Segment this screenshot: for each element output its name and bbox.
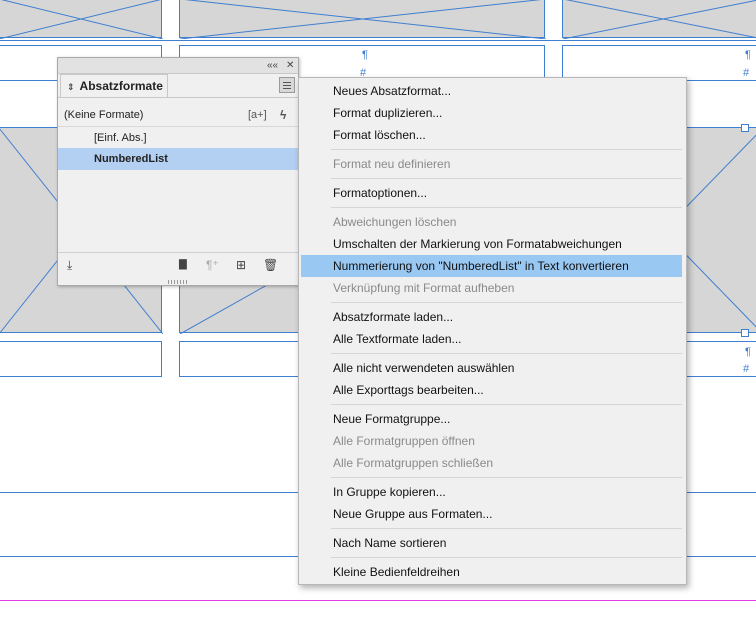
menu-item-duplicate-style[interactable]: Format duplizieren...	[301, 102, 682, 124]
menu-separator	[331, 528, 682, 529]
new-override-icon[interactable]: [a+]	[248, 104, 267, 126]
menu-item-new-style-group[interactable]: Neue Formatgruppe...	[301, 408, 682, 430]
pilcrow-mark: ¶	[745, 49, 751, 61]
menu-separator	[331, 404, 682, 405]
panel-footer: ⤓ ▇ ¶⁺ ⊞ 🗑	[58, 252, 298, 277]
hash-mark: #	[743, 67, 750, 79]
clear-pilcrow-icon[interactable]: ¶⁺	[206, 258, 219, 272]
pilcrow-mark: ¶	[745, 346, 751, 358]
clear-overrides-icon[interactable]: ϟ	[280, 104, 286, 126]
style-name: [Einf. Abs.]	[94, 132, 147, 144]
menu-item-delete-style[interactable]: Format löschen...	[301, 124, 682, 146]
menu-separator	[331, 477, 682, 478]
collapse-panel-icon[interactable]: ««	[267, 58, 278, 73]
new-style-icon[interactable]: ⊞	[236, 258, 246, 272]
trash-icon[interactable]: 🗑	[263, 258, 278, 272]
selection-handle[interactable]	[741, 124, 749, 132]
tab-expand-arrows-icon: ⇕	[67, 82, 75, 92]
menu-item-small-panel-rows[interactable]: Kleine Bedienfeldreihen	[301, 561, 682, 583]
menu-item-toggle-override-highlight[interactable]: Umschalten der Markierung von Formatabwe…	[301, 233, 682, 255]
menu-item-redefine-style: Format neu definieren	[333, 157, 451, 171]
text-frame[interactable]	[562, 45, 756, 81]
tab-absatzformate[interactable]: ⇕ Absatzformate	[60, 74, 168, 97]
menu-separator	[331, 302, 682, 303]
current-format-row: (Keine Formate) [a+] ϟ	[58, 104, 298, 126]
current-format-label: (Keine Formate)	[64, 109, 144, 121]
panel-menu-button[interactable]	[279, 77, 295, 93]
image-frame[interactable]	[179, 0, 546, 39]
style-name: NumberedList	[94, 153, 168, 165]
image-frame[interactable]	[562, 0, 756, 39]
menu-item-select-unused[interactable]: Alle nicht verwendeten auswählen	[301, 357, 682, 379]
menu-item-new-style[interactable]: Neues Absatzformat...	[301, 80, 682, 102]
menu-separator	[331, 149, 682, 150]
folder-icon[interactable]: ▇	[179, 258, 187, 272]
menu-item-style-options[interactable]: Formatoptionen...	[301, 182, 682, 204]
menu-item-break-link: Verknüpfung mit Format aufheben	[333, 281, 515, 295]
pilcrow-mark: ¶	[362, 49, 368, 61]
menu-item-new-group-from-styles[interactable]: Neue Gruppe aus Formaten...	[301, 503, 682, 525]
hash-mark: #	[743, 363, 750, 375]
tab-label: Absatzformate	[79, 79, 163, 93]
resize-grip[interactable]	[168, 280, 188, 284]
menu-separator	[331, 178, 682, 179]
selection-handle[interactable]	[741, 329, 749, 337]
menu-separator	[331, 557, 682, 558]
page-margin-guide	[0, 600, 756, 601]
load-styles-icon[interactable]: ⤓	[67, 258, 72, 272]
menu-item-load-all-text-styles[interactable]: Alle Textformate laden...	[301, 328, 682, 350]
menu-item-convert-numbering[interactable]: Nummerierung von "NumberedList" in Text …	[301, 255, 682, 277]
menu-item-clear-overrides: Abweichungen löschen	[333, 215, 457, 229]
menu-item-sort-by-name[interactable]: Nach Name sortieren	[301, 532, 682, 554]
menu-item-open-all-groups: Alle Formatgruppen öffnen	[333, 434, 475, 448]
menu-item-copy-to-group[interactable]: In Gruppe kopieren...	[301, 481, 682, 503]
list-item-numberedlist[interactable]: NumberedList	[58, 148, 298, 170]
paragraph-styles-panel: «« ✕ ⇕ Absatzformate (Keine Formate) [a+]…	[57, 57, 299, 286]
panel-flyout-menu: Neues Absatzformat... Format duplizieren…	[298, 77, 687, 585]
menu-item-load-paragraph-styles[interactable]: Absatzformate laden...	[301, 306, 682, 328]
panel-title-bar[interactable]: «« ✕	[58, 58, 298, 74]
text-frame[interactable]	[0, 341, 162, 377]
menu-item-close-all-groups: Alle Formatgruppen schließen	[333, 456, 494, 470]
menu-separator	[331, 353, 682, 354]
close-panel-icon[interactable]: ✕	[286, 58, 294, 73]
menu-item-edit-export-tags[interactable]: Alle Exporttags bearbeiten...	[301, 379, 682, 401]
image-frame[interactable]	[0, 0, 163, 39]
menu-separator	[331, 207, 682, 208]
margin-guide	[0, 40, 756, 41]
list-item-einf-abs[interactable]: [Einf. Abs.]	[58, 126, 298, 149]
